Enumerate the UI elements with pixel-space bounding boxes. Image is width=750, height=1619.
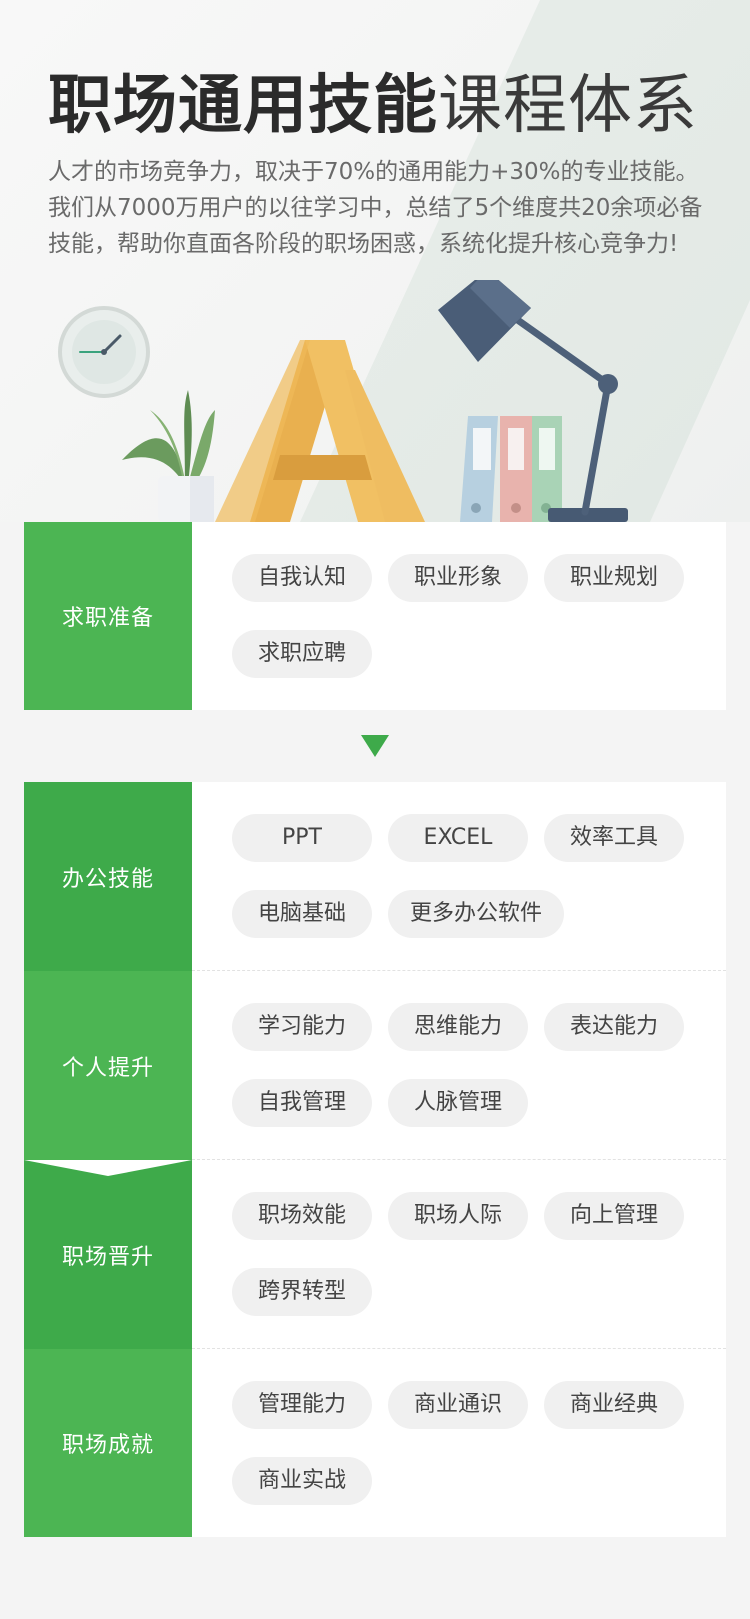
skill-tag[interactable]: 自我认知 (232, 554, 372, 602)
skill-tag[interactable]: 管理能力 (232, 1381, 372, 1429)
tag-list: 学习能力 思维能力 表达能力 自我管理 人脉管理 (232, 1003, 702, 1127)
skill-tag[interactable]: 学习能力 (232, 1003, 372, 1051)
skill-tag[interactable]: PPT (232, 814, 372, 862)
job-prep-card: 求职准备 自我认知 职业形象 职业规划 求职应聘 (24, 522, 726, 710)
skills-card: 办公技能 PPT EXCEL 效率工具 电脑基础 更多办公软件 个人提升 学习能… (24, 782, 726, 1537)
skill-tag[interactable]: EXCEL (388, 814, 528, 862)
skill-tag[interactable]: 效率工具 (544, 814, 684, 862)
tag-list: 职场效能 职场人际 向上管理 跨界转型 (232, 1192, 702, 1316)
skill-tag[interactable]: 向上管理 (544, 1192, 684, 1240)
section-label: 个人提升 (61, 1055, 154, 1081)
skill-tag[interactable]: 求职应聘 (232, 630, 372, 678)
section-label: 职场成就 (61, 1433, 154, 1458)
skill-tag[interactable]: 人脉管理 (388, 1079, 528, 1127)
letter-a-icon (215, 340, 425, 522)
skill-tag[interactable]: 跨界转型 (232, 1268, 372, 1316)
title-bold: 职场通用技能 (48, 69, 438, 143)
skill-tag[interactable]: 职场效能 (232, 1192, 372, 1240)
skill-tag[interactable]: 商业通识 (388, 1381, 528, 1429)
title-light: 课程体系 (438, 69, 698, 143)
down-arrow-icon (361, 735, 389, 757)
skill-tag[interactable]: 自我管理 (232, 1079, 372, 1127)
hero-banner: 职场通用技能课程体系 人才的市场竞争力，取决于70%的通用能力+30%的专业技能… (0, 0, 750, 522)
hero-illustration (58, 280, 628, 522)
section-label-box: 办公技能 (24, 782, 192, 987)
section-label: 办公技能 (61, 866, 154, 892)
skill-tag[interactable]: 表达能力 (544, 1003, 684, 1051)
page-title: 职场通用技能课程体系 (48, 66, 698, 146)
section-label-box: 求职准备 (24, 522, 192, 710)
skill-tag[interactable]: 职场人际 (388, 1192, 528, 1240)
tag-list: PPT EXCEL 效率工具 电脑基础 更多办公软件 (232, 814, 702, 938)
skill-tag[interactable]: 思维能力 (388, 1003, 528, 1051)
page-description: 人才的市场竞争力，取决于70%的通用能力+30%的专业技能。我们从7000万用户… (48, 159, 703, 257)
section-label-box: 职场晋升 (24, 1160, 192, 1365)
tag-list: 自我认知 职业形象 职业规划 求职应聘 (232, 554, 702, 678)
tag-list: 管理能力 商业通识 商业经典 商业实战 (232, 1381, 702, 1505)
plant-icon (122, 390, 215, 522)
section-row: 办公技能 PPT EXCEL 效率工具 电脑基础 更多办公软件 (24, 782, 726, 987)
section-row: 职场成就 管理能力 商业通识 商业经典 商业实战 (24, 1349, 726, 1537)
skill-tag[interactable]: 更多办公软件 (388, 890, 565, 938)
section-row: 求职准备 自我认知 职业形象 职业规划 求职应聘 (24, 522, 726, 710)
skill-tag[interactable]: 商业实战 (232, 1457, 372, 1505)
skill-tag[interactable]: 电脑基础 (232, 890, 372, 938)
section-label: 求职准备 (61, 606, 154, 631)
clock-icon (58, 306, 150, 398)
section-label-box: 职场成就 (24, 1349, 192, 1537)
section-row: 个人提升 学习能力 思维能力 表达能力 自我管理 人脉管理 (24, 971, 726, 1160)
skill-tag[interactable]: 商业经典 (544, 1381, 684, 1429)
binders-icon (460, 416, 562, 522)
skill-tag[interactable]: 职业形象 (388, 554, 528, 602)
section-label: 职场晋升 (61, 1244, 154, 1270)
section-label-box: 个人提升 (24, 971, 192, 1160)
section-row: 职场晋升 职场效能 职场人际 向上管理 跨界转型 (24, 1160, 726, 1365)
skill-tag[interactable]: 职业规划 (544, 554, 684, 602)
